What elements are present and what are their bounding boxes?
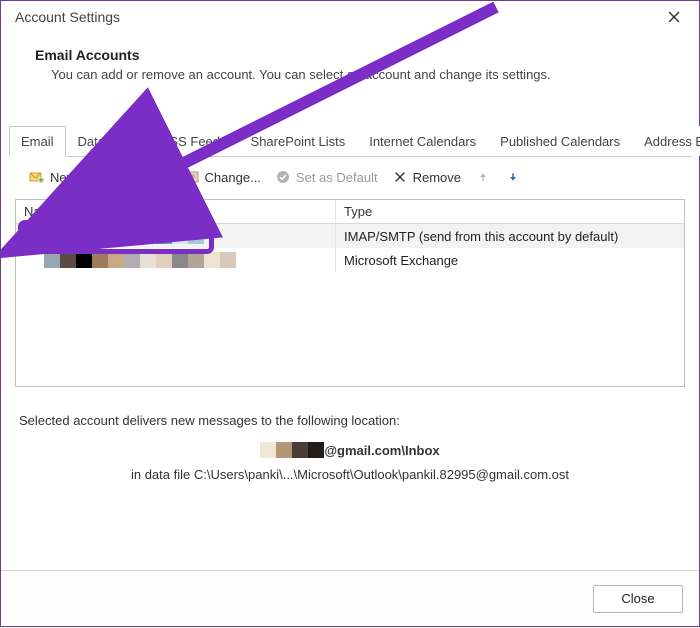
tab-sharepoint-lists[interactable]: SharePoint Lists xyxy=(239,126,358,156)
set-default-button-label: Set as Default xyxy=(296,170,378,185)
column-type[interactable]: Type xyxy=(336,200,684,223)
account-type: Microsoft Exchange xyxy=(336,249,684,272)
toolbar: New... Repair... Change... Set as Defaul… xyxy=(9,157,691,197)
new-button[interactable]: New... xyxy=(23,165,92,189)
wrench-icon xyxy=(100,169,116,185)
tab-rss-feeds[interactable]: RSS Feeds xyxy=(148,126,238,156)
table-row[interactable]: IMAP/SMTP (send from this account by def… xyxy=(16,224,684,248)
tab-data-files[interactable]: Data Files xyxy=(66,126,149,156)
header: Email Accounts You can add or remove an … xyxy=(1,33,699,100)
account-name-redacted xyxy=(44,252,236,268)
close-button[interactable]: Close xyxy=(593,585,683,613)
column-name[interactable]: Name xyxy=(16,200,336,223)
remove-button-label: Remove xyxy=(413,170,461,185)
change-icon xyxy=(184,169,200,185)
tab-strip: Email Data Files RSS Feeds SharePoint Li… xyxy=(9,126,691,157)
tab-published-calendars[interactable]: Published Calendars xyxy=(488,126,632,156)
tab-internet-calendars[interactable]: Internet Calendars xyxy=(357,126,488,156)
table-header: Name Type xyxy=(16,200,684,224)
repair-button-label: Repair... xyxy=(121,170,169,185)
default-account-icon xyxy=(24,229,38,243)
check-circle-icon xyxy=(275,169,291,185)
footer: Close xyxy=(1,570,699,626)
change-button-label: Change... xyxy=(205,170,261,185)
repair-button[interactable]: Repair... xyxy=(94,165,175,189)
change-button[interactable]: Change... xyxy=(178,165,267,189)
window-close-button[interactable] xyxy=(657,1,691,33)
table-body: IMAP/SMTP (send from this account by def… xyxy=(16,224,684,272)
move-down-button[interactable] xyxy=(499,165,527,189)
tab-email[interactable]: Email xyxy=(9,126,66,157)
remove-button[interactable]: Remove xyxy=(386,165,467,189)
mail-new-icon xyxy=(29,169,45,185)
page-title: Email Accounts xyxy=(35,47,671,63)
location-account-redacted xyxy=(260,442,324,458)
location-label: Selected account delivers new messages t… xyxy=(19,413,681,428)
location-info: Selected account delivers new messages t… xyxy=(19,413,681,482)
move-up-button xyxy=(469,165,497,189)
table-row[interactable]: Microsoft Exchange xyxy=(16,248,684,272)
close-icon xyxy=(668,11,680,23)
location-folder: @gmail.com\Inbox xyxy=(260,442,439,458)
account-name-redacted xyxy=(44,228,204,244)
tab-address-books[interactable]: Address Books xyxy=(632,126,700,156)
location-path: in data file C:\Users\panki\...\Microsof… xyxy=(19,467,681,482)
arrow-up-icon xyxy=(475,169,491,185)
set-default-button: Set as Default xyxy=(269,165,384,189)
page-subtitle: You can add or remove an account. You ca… xyxy=(35,67,671,82)
remove-icon xyxy=(392,169,408,185)
location-folder-text: @gmail.com\Inbox xyxy=(324,443,439,458)
accounts-table: Name Type xyxy=(15,199,685,387)
new-button-label: New... xyxy=(50,170,86,185)
account-type: IMAP/SMTP (send from this account by def… xyxy=(336,225,684,248)
window-title: Account Settings xyxy=(15,9,120,25)
arrow-down-icon xyxy=(505,169,521,185)
title-bar: Account Settings xyxy=(1,1,699,33)
